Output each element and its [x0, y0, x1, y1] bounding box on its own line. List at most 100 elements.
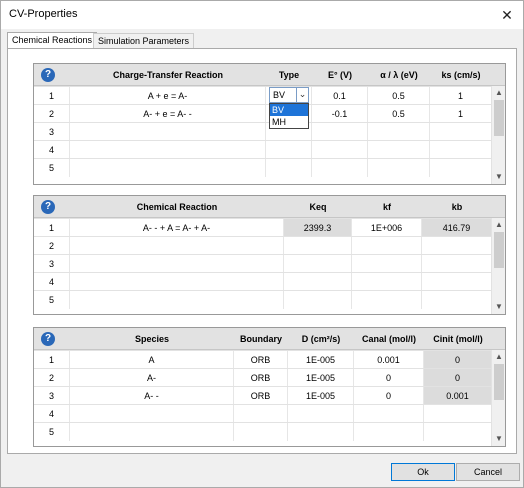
species-cell[interactable]: A-	[70, 369, 234, 387]
canal-cell[interactable]	[354, 423, 424, 441]
boundary-cell[interactable]: ORB	[234, 351, 288, 369]
row-number: 2	[34, 237, 70, 255]
vertical-scrollbar[interactable]: ▲ ▼	[491, 350, 505, 446]
reaction-cell[interactable]	[70, 291, 284, 309]
ks-cell[interactable]	[430, 141, 492, 159]
vertical-scrollbar[interactable]: ▲ ▼	[491, 86, 505, 184]
reaction-cell[interactable]	[70, 141, 266, 159]
table-row: 1 A ORB 1E-005 0.001 0	[34, 350, 492, 369]
scroll-thumb[interactable]	[494, 100, 504, 136]
boundary-cell[interactable]: ORB	[234, 387, 288, 405]
kf-cell[interactable]	[352, 255, 422, 273]
help-icon[interactable]: ?	[41, 200, 55, 214]
col-species: Species	[134, 334, 170, 344]
reaction-cell[interactable]	[70, 123, 266, 141]
scroll-up-icon[interactable]: ▲	[492, 350, 506, 364]
type-cell[interactable]	[266, 159, 312, 177]
diffusion-cell[interactable]: 1E-005	[288, 369, 354, 387]
keq-cell[interactable]	[284, 291, 352, 309]
canal-cell[interactable]: 0.001	[354, 351, 424, 369]
cinit-cell[interactable]: 0	[424, 369, 492, 387]
type-option-bv[interactable]: BV	[270, 104, 308, 116]
vertical-scrollbar[interactable]: ▲ ▼	[491, 218, 505, 314]
alpha-cell[interactable]	[368, 159, 430, 177]
kb-cell[interactable]	[422, 273, 492, 291]
table-row: 2 A- ORB 1E-005 0 0	[34, 368, 492, 387]
ks-cell[interactable]	[430, 123, 492, 141]
ks-cell[interactable]: 1	[430, 105, 492, 123]
kf-cell[interactable]	[352, 237, 422, 255]
e0-cell[interactable]	[312, 141, 368, 159]
ks-cell[interactable]	[430, 159, 492, 177]
type-cell[interactable]	[266, 141, 312, 159]
kb-cell[interactable]: 416.79	[422, 219, 492, 237]
row-number: 1	[34, 351, 70, 369]
scroll-down-icon[interactable]: ▼	[492, 170, 506, 184]
keq-cell[interactable]: 2399.3	[284, 219, 352, 237]
e0-cell[interactable]	[312, 159, 368, 177]
close-icon[interactable]: ✕	[497, 5, 517, 25]
alpha-cell[interactable]: 0.5	[368, 105, 430, 123]
keq-cell[interactable]	[284, 237, 352, 255]
table-row: 4	[34, 140, 492, 159]
species-cell[interactable]: A- -	[70, 387, 234, 405]
species-cell[interactable]	[70, 405, 234, 423]
help-icon[interactable]: ?	[41, 68, 55, 82]
diffusion-cell[interactable]	[288, 423, 354, 441]
species-cell[interactable]	[70, 423, 234, 441]
reaction-cell[interactable]	[70, 255, 284, 273]
boundary-cell[interactable]	[234, 423, 288, 441]
kf-cell[interactable]: 1E+006	[352, 219, 422, 237]
scroll-thumb[interactable]	[494, 364, 504, 400]
type-option-mh[interactable]: MH	[270, 116, 308, 128]
ok-button[interactable]: Ok	[391, 463, 455, 481]
type-combo[interactable]: BV ⌄	[269, 87, 309, 103]
kf-cell[interactable]	[352, 273, 422, 291]
diffusion-cell[interactable]: 1E-005	[288, 387, 354, 405]
species-cell[interactable]: A	[70, 351, 234, 369]
scroll-down-icon[interactable]: ▼	[492, 432, 506, 446]
cinit-cell[interactable]: 0	[424, 351, 492, 369]
cinit-cell[interactable]	[424, 423, 492, 441]
reaction-cell[interactable]: A- - + A = A- + A-	[70, 219, 284, 237]
e0-cell[interactable]	[312, 123, 368, 141]
cancel-button[interactable]: Cancel	[456, 463, 520, 481]
canal-cell[interactable]: 0	[354, 387, 424, 405]
canal-cell[interactable]: 0	[354, 369, 424, 387]
cinit-cell[interactable]	[424, 405, 492, 423]
boundary-cell[interactable]	[234, 405, 288, 423]
keq-cell[interactable]	[284, 255, 352, 273]
help-icon[interactable]: ?	[41, 332, 55, 346]
col-kb: kb	[451, 202, 463, 212]
keq-cell[interactable]	[284, 273, 352, 291]
e0-cell[interactable]: 0.1	[312, 87, 368, 105]
kb-cell[interactable]	[422, 237, 492, 255]
canal-cell[interactable]	[354, 405, 424, 423]
ks-cell[interactable]: 1	[430, 87, 492, 105]
chevron-down-icon[interactable]: ⌄	[296, 88, 308, 102]
diffusion-cell[interactable]: 1E-005	[288, 351, 354, 369]
kb-cell[interactable]	[422, 255, 492, 273]
alpha-cell[interactable]: 0.5	[368, 87, 430, 105]
diffusion-cell[interactable]	[288, 405, 354, 423]
reaction-cell[interactable]	[70, 237, 284, 255]
cinit-cell[interactable]: 0.001	[424, 387, 492, 405]
e0-cell[interactable]: -0.1	[312, 105, 368, 123]
reaction-cell[interactable]	[70, 273, 284, 291]
cv-properties-window: CV-Properties ✕ Chemical Reactions Simul…	[0, 0, 524, 488]
boundary-cell[interactable]: ORB	[234, 369, 288, 387]
scroll-up-icon[interactable]: ▲	[492, 218, 506, 232]
reaction-cell[interactable]: A + e = A-	[70, 87, 266, 105]
table-row: 2 A- + e = A- - -0.1 0.5 1	[34, 104, 492, 123]
tab-simulation-parameters[interactable]: Simulation Parameters	[93, 33, 195, 49]
kf-cell[interactable]	[352, 291, 422, 309]
reaction-cell[interactable]	[70, 159, 266, 177]
alpha-cell[interactable]	[368, 141, 430, 159]
scroll-thumb[interactable]	[494, 232, 504, 268]
scroll-down-icon[interactable]: ▼	[492, 300, 506, 314]
alpha-cell[interactable]	[368, 123, 430, 141]
col-boundary: Boundary	[239, 334, 282, 344]
reaction-cell[interactable]: A- + e = A- -	[70, 105, 266, 123]
scroll-up-icon[interactable]: ▲	[492, 86, 506, 100]
kb-cell[interactable]	[422, 291, 492, 309]
